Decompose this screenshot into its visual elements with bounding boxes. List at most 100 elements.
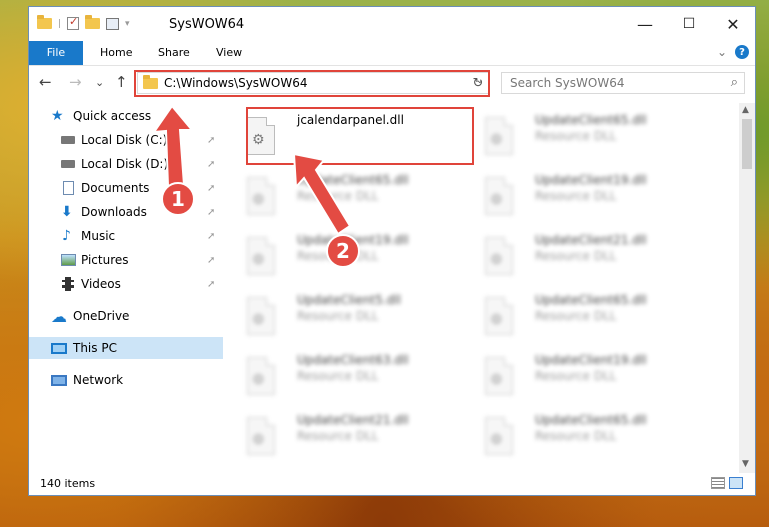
file-name: UpdateClient65.dll (535, 293, 647, 307)
file-name: UpdateClient21.dll (535, 233, 647, 247)
sidebar-item-label: Local Disk (D:) (81, 157, 169, 171)
file-name: UpdateClient19.dll (535, 353, 647, 367)
gear-icon: ⚙ (490, 312, 503, 328)
network-icon (51, 374, 67, 386)
file-item[interactable]: ⚙ UpdateClient63.dll Resource DLL (229, 349, 449, 399)
dll-file-icon: ⚙ (485, 237, 513, 275)
file-type: Resource DLL (535, 189, 617, 203)
downloads-icon: ⬇ (61, 204, 73, 220)
customize-toolbar-icon[interactable] (106, 17, 120, 30)
file-name: UpdateClient19.dll (535, 173, 647, 187)
sidebar-item-music[interactable]: ♪ Music ➚ (29, 225, 223, 247)
explorer-window: | ▾ SysWOW64 — ☐ ✕ File Home Share View … (28, 6, 756, 496)
tab-share[interactable]: Share (145, 41, 203, 65)
pin-icon[interactable]: ➚ (207, 207, 215, 218)
sidebar-item-this-pc[interactable]: This PC (29, 337, 223, 359)
file-item[interactable]: ⚙ UpdateClient21.dll Resource DLL (229, 409, 449, 459)
pin-icon[interactable]: ➚ (207, 135, 215, 146)
sidebar-item-label: OneDrive (73, 309, 130, 323)
sidebar-item-label: Downloads (81, 205, 147, 219)
search-placeholder: Search SysWOW64 (510, 76, 625, 90)
file-name: UpdateClient63.dll (297, 353, 409, 367)
close-button[interactable]: ✕ (711, 11, 755, 37)
file-item[interactable]: ⚙ UpdateClient65.dll Resource DLL (467, 409, 687, 459)
file-item[interactable]: ⚙ UpdateClient19.dll Resource DLL (467, 349, 687, 399)
gear-icon: ⚙ (490, 252, 503, 268)
sidebar-item-network[interactable]: Network (29, 369, 223, 391)
vertical-scrollbar[interactable]: ▲ ▼ (739, 103, 755, 473)
file-type: Resource DLL (535, 249, 617, 263)
sidebar-item-videos[interactable]: Videos ➚ (29, 273, 223, 295)
sidebar-item-label: Quick access (73, 109, 152, 123)
pin-icon[interactable]: ➚ (207, 255, 215, 266)
recent-locations-icon[interactable]: ⌄ (95, 76, 104, 89)
sidebar-item-label: Local Disk (C:) (81, 133, 168, 147)
maximize-button[interactable]: ☐ (667, 11, 711, 37)
sidebar-item-label: This PC (73, 341, 117, 355)
sidebar-item-label: Network (73, 373, 124, 387)
file-type: Resource DLL (535, 129, 617, 143)
sidebar-item-label: Music (81, 229, 116, 243)
file-name: UpdateClient21.dll (297, 413, 409, 427)
disk-icon (61, 160, 75, 168)
file-type: Resource DLL (535, 309, 617, 323)
back-arrow-icon[interactable]: ← (39, 73, 52, 91)
expand-ribbon-icon[interactable]: ⌄ (717, 45, 727, 59)
pin-icon[interactable]: ➚ (207, 159, 215, 170)
quick-access-toolbar: | ▾ (37, 15, 130, 30)
this-pc-icon (51, 342, 67, 354)
step-marker-2: 2 (326, 234, 360, 268)
gear-icon: ⚙ (490, 432, 503, 448)
pin-icon[interactable]: ➚ (207, 231, 215, 242)
title-bar: | ▾ SysWOW64 — ☐ ✕ (29, 7, 755, 41)
pin-icon[interactable]: ➚ (207, 183, 215, 194)
details-view-icon[interactable] (711, 477, 725, 489)
sidebar-item-label: Documents (81, 181, 150, 195)
search-input[interactable]: Search SysWOW64 ⌕ (501, 72, 745, 94)
folder-icon (37, 15, 52, 29)
sidebar-item-pictures[interactable]: Pictures ➚ (29, 249, 223, 271)
status-bar: 140 items (29, 473, 755, 495)
dll-file-icon: ⚙ (247, 177, 275, 215)
sidebar-item-quick-access[interactable]: ★ Quick access (29, 105, 223, 127)
dll-file-icon: ⚙ (247, 237, 275, 275)
address-bar-highlight (134, 70, 490, 97)
disk-icon (61, 136, 75, 144)
sidebar-item-local-disk-c[interactable]: Local Disk (C:) ➚ (29, 129, 223, 151)
file-item[interactable]: ⚙ UpdateClient65.dll Resource DLL (229, 169, 449, 219)
gear-icon: ⚙ (490, 192, 503, 208)
file-item[interactable]: ⚙ UpdateClient21.dll Resource DLL (467, 229, 687, 279)
tab-view[interactable]: View (203, 41, 255, 65)
window-title: SysWOW64 (169, 17, 245, 32)
file-type: Resource DLL (535, 369, 617, 383)
gear-icon: ⚙ (252, 192, 265, 208)
pin-icon[interactable]: ➚ (207, 279, 215, 290)
new-folder-icon[interactable] (85, 15, 101, 29)
scroll-thumb[interactable] (742, 119, 752, 169)
gear-icon: ⚙ (252, 252, 265, 268)
file-item[interactable]: ⚙ UpdateClient65.dll Resource DLL (467, 109, 687, 159)
scroll-down-icon[interactable]: ▼ (742, 459, 749, 469)
forward-arrow-icon[interactable]: → (69, 73, 82, 91)
toolbar-dropdown-icon[interactable]: ▾ (125, 19, 130, 29)
file-item[interactable]: ⚙ UpdateClient65.dll Resource DLL (467, 289, 687, 339)
sidebar-item-local-disk-d[interactable]: Local Disk (D:) ➚ (29, 153, 223, 175)
search-icon[interactable]: ⌕ (731, 75, 738, 90)
properties-check-icon[interactable] (67, 15, 80, 30)
sidebar-item-onedrive[interactable]: ☁ OneDrive (29, 305, 223, 327)
file-name: UpdateClient5.dll (297, 293, 401, 307)
tab-home[interactable]: Home (87, 41, 145, 65)
gear-icon: ⚙ (252, 372, 265, 388)
minimize-button[interactable]: — (623, 11, 667, 37)
large-icons-view-icon[interactable] (729, 477, 743, 489)
file-item[interactable]: ⚙ UpdateClient19.dll Resource DLL (467, 169, 687, 219)
step-marker-1: 1 (161, 182, 195, 216)
scroll-up-icon[interactable]: ▲ (742, 105, 749, 115)
help-icon[interactable]: ? (735, 45, 749, 59)
gear-icon: ⚙ (490, 372, 503, 388)
ribbon-controls: ⌄ ? (717, 45, 749, 59)
up-arrow-icon[interactable]: ↑ (115, 73, 128, 91)
file-item[interactable]: ⚙ UpdateClient5.dll Resource DLL (229, 289, 449, 339)
tab-file[interactable]: File (29, 41, 83, 65)
file-type: Resource DLL (297, 369, 379, 383)
